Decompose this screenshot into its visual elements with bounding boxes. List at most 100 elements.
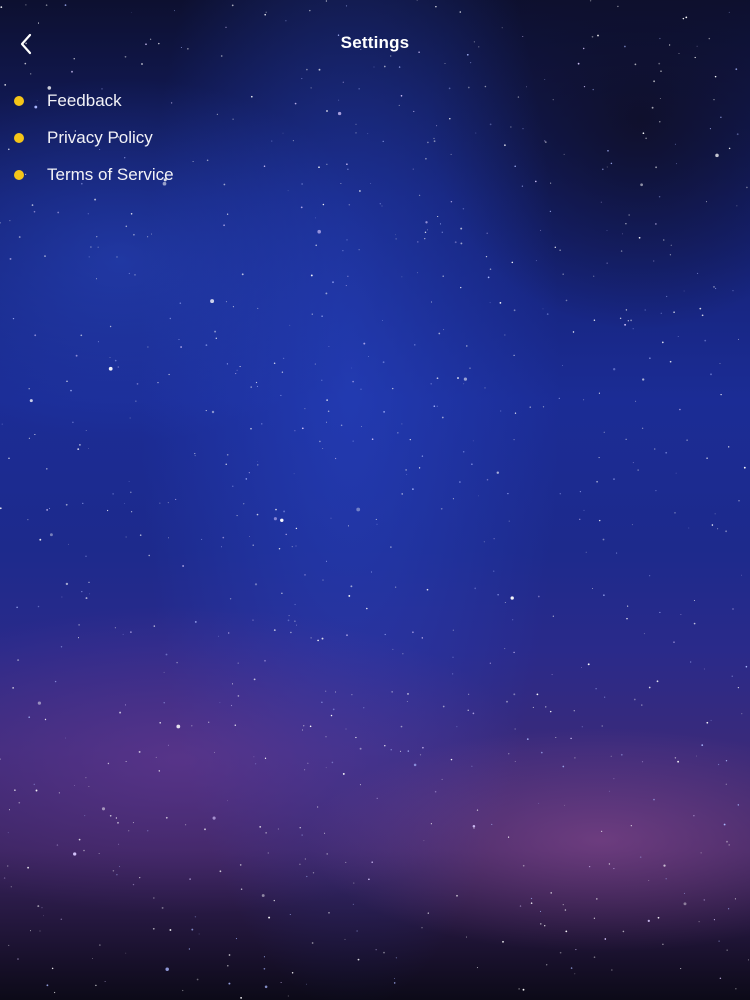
star [109, 325, 112, 328]
star [14, 789, 16, 791]
star [365, 607, 368, 610]
star [326, 421, 327, 423]
star [662, 943, 664, 946]
star [283, 510, 286, 513]
star [295, 624, 298, 626]
menu-item-feedback[interactable]: Feedback [0, 82, 320, 119]
star [373, 66, 375, 68]
star [637, 469, 639, 471]
star [39, 930, 41, 932]
star [306, 875, 308, 878]
star [737, 804, 739, 806]
star [231, 683, 234, 685]
star [418, 194, 421, 196]
star [591, 588, 593, 589]
star [511, 261, 514, 264]
star [264, 13, 266, 16]
star [356, 507, 361, 512]
star [466, 936, 467, 938]
star [250, 427, 252, 430]
star [438, 332, 441, 335]
star [28, 437, 30, 439]
star [674, 757, 677, 759]
star [243, 503, 245, 505]
star [710, 373, 712, 376]
menu-item-terms-of-service[interactable]: Terms of Service [0, 156, 320, 193]
star [263, 967, 266, 970]
star [492, 570, 495, 572]
star [718, 940, 720, 942]
star [600, 201, 602, 203]
star [263, 956, 265, 958]
star [53, 991, 56, 994]
star [603, 431, 605, 433]
star [348, 594, 351, 597]
star [316, 806, 319, 808]
star [384, 745, 386, 747]
star [421, 637, 423, 639]
star [673, 311, 675, 314]
star [613, 868, 615, 870]
star [421, 455, 424, 457]
star [27, 519, 29, 521]
star [508, 753, 510, 755]
star [376, 523, 378, 525]
star [425, 157, 427, 160]
star [118, 865, 121, 868]
star [619, 317, 622, 320]
star [522, 128, 524, 130]
star [452, 498, 454, 500]
star [746, 186, 748, 189]
star [530, 902, 533, 904]
star [412, 631, 414, 634]
star [486, 478, 489, 481]
star [430, 823, 432, 825]
star [406, 701, 408, 703]
star [741, 713, 743, 715]
star [116, 256, 118, 258]
star [312, 872, 315, 874]
star [630, 825, 632, 827]
star [441, 778, 443, 780]
star [508, 520, 510, 522]
star [714, 513, 716, 515]
star [108, 366, 113, 371]
star [346, 163, 348, 165]
star [436, 377, 439, 380]
star [254, 583, 258, 586]
star [720, 116, 722, 118]
star [407, 750, 410, 752]
star [693, 600, 695, 601]
star [28, 716, 31, 719]
star [737, 686, 740, 689]
star [393, 977, 396, 980]
star [699, 307, 702, 310]
star [648, 880, 650, 881]
star [659, 98, 661, 99]
star [288, 615, 290, 617]
star [357, 958, 360, 961]
star [31, 204, 34, 206]
star [147, 236, 149, 238]
star [289, 324, 291, 326]
star [718, 763, 720, 766]
star [554, 246, 557, 249]
star [306, 983, 307, 985]
menu-item-privacy-policy[interactable]: Privacy Policy [0, 119, 320, 156]
star [596, 480, 598, 483]
star [280, 518, 284, 523]
star [628, 214, 630, 216]
star [342, 81, 344, 83]
star [95, 984, 97, 987]
star [613, 778, 615, 780]
star [489, 662, 491, 664]
star [73, 852, 77, 856]
star [230, 704, 233, 707]
star [163, 671, 165, 673]
star [125, 704, 127, 706]
star [732, 290, 734, 292]
star [215, 337, 217, 339]
star [85, 555, 87, 558]
star [714, 75, 717, 78]
star [441, 416, 444, 419]
